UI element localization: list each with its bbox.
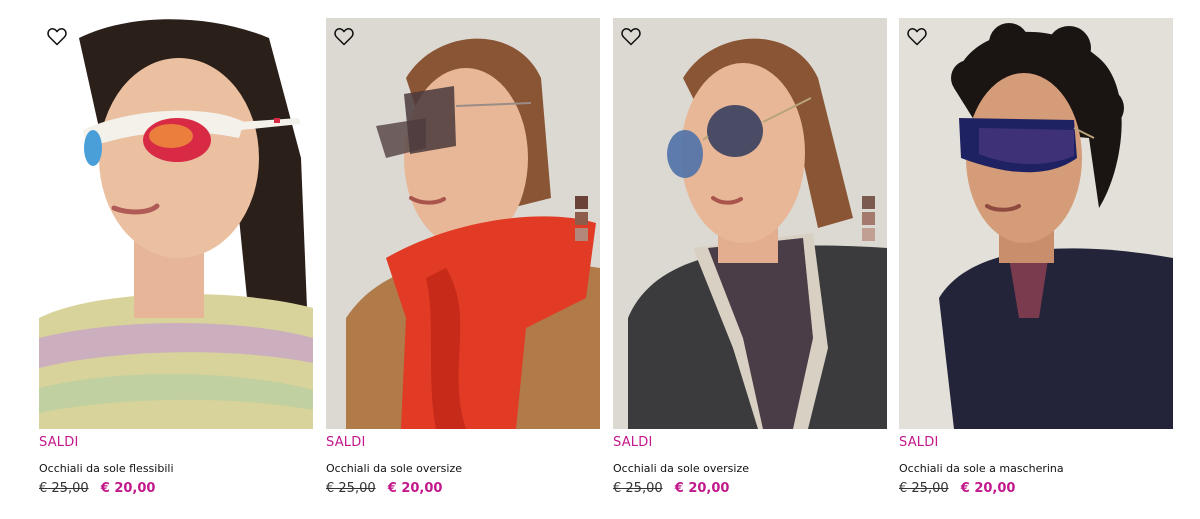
sale-price: € 20,00 <box>674 481 730 496</box>
sale-price: € 20,00 <box>960 481 1016 496</box>
product-grid: SALDI Occhiali da sole flessibili € 25,0… <box>0 0 1200 519</box>
favorite-button[interactable] <box>45 24 69 48</box>
product-card[interactable]: SALDI Occhiali da sole flessibili € 25,0… <box>39 18 313 497</box>
sale-badge: SALDI <box>326 435 366 450</box>
product-name[interactable]: Occhiali da sole a mascherina <box>899 462 1173 476</box>
favorite-button[interactable] <box>905 24 929 48</box>
price-row: € 25,00 € 20,00 <box>326 481 600 497</box>
sale-badge: SALDI <box>899 435 939 450</box>
product-image[interactable] <box>326 18 600 429</box>
price-row: € 25,00 € 20,00 <box>613 481 887 497</box>
color-swatch[interactable] <box>575 212 588 225</box>
sale-badge: SALDI <box>39 435 79 450</box>
model-photo <box>326 18 600 429</box>
heart-outline-icon <box>907 28 927 46</box>
color-swatch[interactable] <box>575 196 588 209</box>
model-photo <box>613 18 887 429</box>
favorite-button[interactable] <box>332 24 356 48</box>
color-swatches <box>862 196 875 244</box>
product-card[interactable]: SALDI Occhiali da sole oversize € 25,00 … <box>613 18 887 497</box>
color-swatch[interactable] <box>575 228 588 241</box>
product-name[interactable]: Occhiali da sole flessibili <box>39 462 313 476</box>
original-price: € 25,00 <box>613 481 663 496</box>
price-row: € 25,00 € 20,00 <box>39 481 313 497</box>
heart-outline-icon <box>47 28 67 46</box>
color-swatch[interactable] <box>862 212 875 225</box>
original-price: € 25,00 <box>326 481 376 496</box>
color-swatch[interactable] <box>862 228 875 241</box>
sale-price: € 20,00 <box>100 481 156 496</box>
price-row: € 25,00 € 20,00 <box>899 481 1173 497</box>
color-swatch[interactable] <box>862 196 875 209</box>
sale-badge: SALDI <box>613 435 653 450</box>
product-name[interactable]: Occhiali da sole oversize <box>326 462 600 476</box>
original-price: € 25,00 <box>899 481 949 496</box>
product-card[interactable]: SALDI Occhiali da sole a mascherina € 25… <box>899 18 1173 497</box>
model-photo <box>899 18 1173 429</box>
product-image[interactable] <box>39 18 313 429</box>
sale-price: € 20,00 <box>387 481 443 496</box>
heart-outline-icon <box>621 28 641 46</box>
original-price: € 25,00 <box>39 481 89 496</box>
color-swatches <box>575 196 588 244</box>
favorite-button[interactable] <box>619 24 643 48</box>
product-name[interactable]: Occhiali da sole oversize <box>613 462 887 476</box>
heart-outline-icon <box>334 28 354 46</box>
product-image[interactable] <box>899 18 1173 429</box>
model-photo <box>39 18 313 429</box>
product-card[interactable]: SALDI Occhiali da sole oversize € 25,00 … <box>326 18 600 497</box>
product-image[interactable] <box>613 18 887 429</box>
